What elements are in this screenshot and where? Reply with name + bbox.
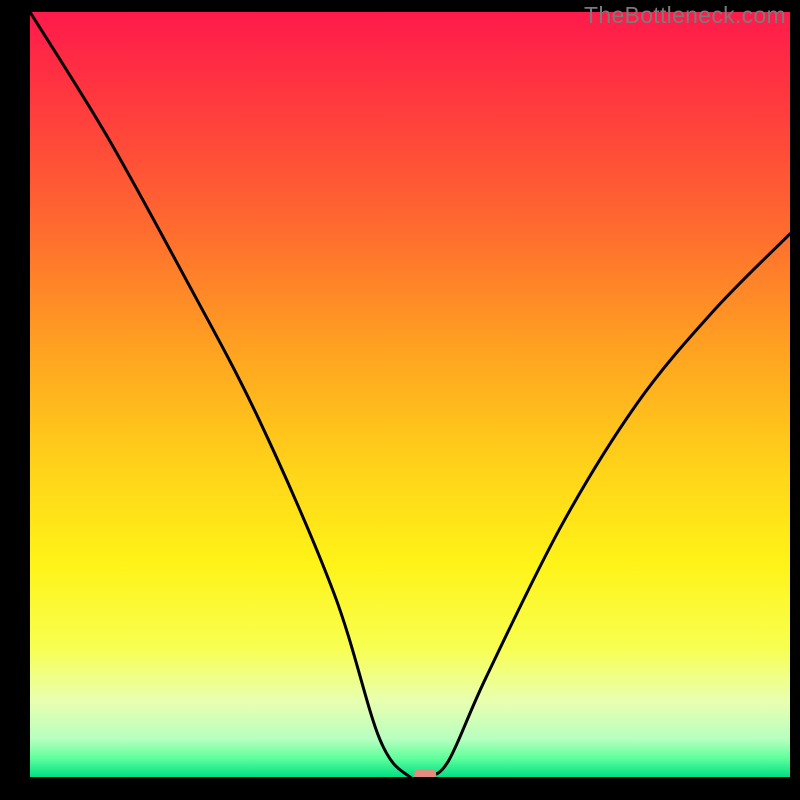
chart-frame: TheBottleneck.com [0, 0, 800, 800]
plot-area [30, 12, 790, 777]
chart-svg [30, 12, 790, 777]
watermark-text: TheBottleneck.com [584, 2, 786, 29]
marker-point [414, 769, 436, 777]
gradient-background [30, 12, 790, 777]
